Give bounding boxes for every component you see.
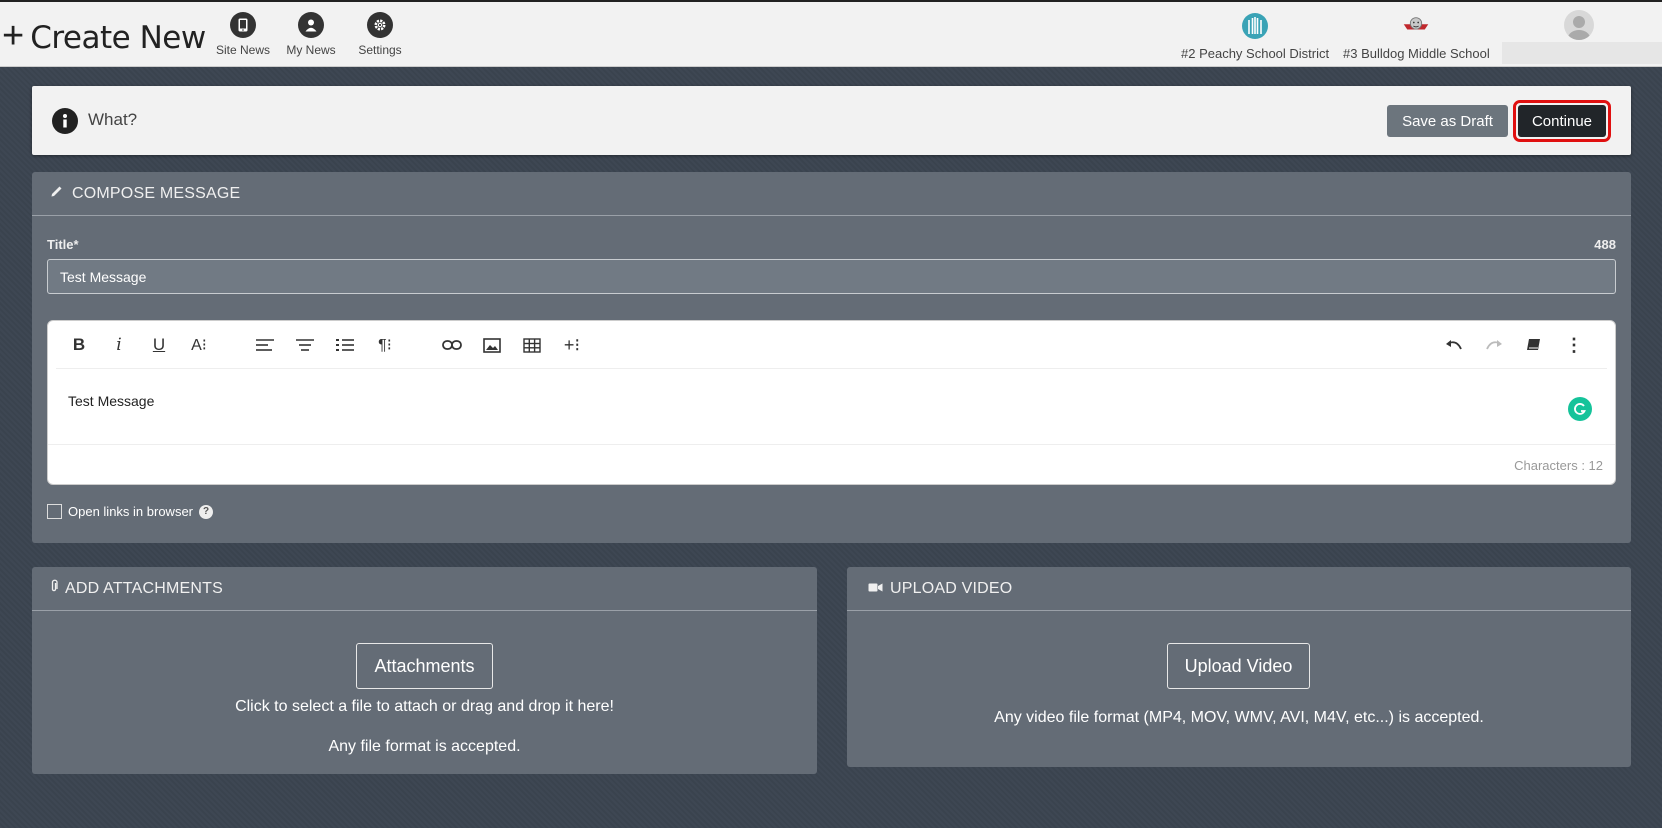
- user-icon: [298, 12, 324, 38]
- middle-school-link[interactable]: #3 Bulldog Middle School: [1343, 12, 1490, 61]
- undo-icon[interactable]: [1441, 333, 1467, 357]
- video-camera-icon: [868, 580, 883, 598]
- top-nav-bar: + Create New Site News My News Settings …: [0, 0, 1662, 67]
- align-center-icon[interactable]: [292, 333, 318, 357]
- upload-video-button[interactable]: Upload Video: [1167, 643, 1310, 689]
- editor-content[interactable]: Test Message: [68, 393, 154, 409]
- more-options-icon[interactable]: ⋮: [1561, 333, 1587, 357]
- tablet-icon: [230, 12, 256, 38]
- bulldog-logo: [1402, 12, 1430, 40]
- editor-toolbar: B i U A⁝ ¶⁝ +⁝ ⋮: [56, 321, 1607, 369]
- paperclip-icon: [50, 579, 58, 598]
- plus-icon: +: [2, 15, 25, 57]
- continue-button-label: Continue: [1518, 105, 1606, 137]
- table-icon[interactable]: [519, 333, 545, 357]
- compose-header: COMPOSE MESSAGE: [32, 172, 1631, 216]
- nav-settings[interactable]: Settings: [345, 12, 415, 57]
- ordered-list-icon[interactable]: [332, 333, 358, 357]
- nav-my-news[interactable]: My News: [276, 12, 346, 57]
- attachments-heading: ADD ATTACHMENTS: [65, 579, 223, 597]
- school-district-link[interactable]: #2 Peachy School District: [1181, 12, 1329, 61]
- continue-button[interactable]: Continue: [1513, 100, 1611, 142]
- user-name-redacted: [1502, 42, 1662, 64]
- pencil-icon: [50, 184, 64, 203]
- open-links-label: Open links in browser: [68, 504, 193, 519]
- title-label: Title*: [47, 237, 79, 252]
- open-links-checkbox[interactable]: [47, 504, 62, 519]
- text-style-icon[interactable]: A⁝: [186, 333, 212, 357]
- district-building-logo: [1241, 12, 1269, 40]
- create-new-label: Create New: [30, 20, 206, 56]
- nav-settings-label: Settings: [358, 43, 402, 57]
- redo-icon[interactable]: [1481, 333, 1507, 357]
- title-input[interactable]: [47, 259, 1616, 294]
- italic-icon[interactable]: i: [106, 333, 132, 357]
- help-icon[interactable]: ?: [199, 504, 213, 519]
- book-icon[interactable]: [1521, 333, 1547, 357]
- step-title: What?: [88, 110, 138, 129]
- insert-more-icon[interactable]: +⁝: [559, 333, 585, 357]
- underline-icon[interactable]: U: [146, 333, 172, 357]
- open-links-option: Open links in browser ?: [47, 504, 213, 519]
- video-heading: UPLOAD VIDEO: [890, 579, 1013, 597]
- compose-heading: COMPOSE MESSAGE: [72, 184, 241, 202]
- step-header-bar: What? Save as Draft Continue: [32, 86, 1631, 155]
- upload-video-panel: UPLOAD VIDEO Upload Video Any video file…: [847, 567, 1631, 767]
- middle-school-label: #3 Bulldog Middle School: [1343, 46, 1490, 61]
- create-new-button[interactable]: + Create New: [2, 16, 206, 60]
- paragraph-format-icon[interactable]: ¶⁝: [372, 333, 398, 357]
- rich-text-editor: B i U A⁝ ¶⁝ +⁝ ⋮ Test Message Characters…: [47, 320, 1616, 485]
- editor-footer: Characters : 12: [48, 444, 1615, 484]
- character-count: Characters : 12: [1514, 458, 1603, 473]
- gear-icon: [367, 12, 393, 38]
- title-remaining-count: 488: [1594, 237, 1616, 252]
- info-icon: [52, 108, 78, 134]
- nav-site-news[interactable]: Site News: [208, 12, 278, 57]
- grammarly-icon[interactable]: [1568, 397, 1592, 421]
- nav-my-news-label: My News: [286, 43, 336, 57]
- video-format-hint: Any video file format (MP4, MOV, WMV, AV…: [994, 709, 1484, 726]
- link-icon[interactable]: [439, 333, 465, 357]
- user-account-menu[interactable]: [1502, 10, 1662, 66]
- add-attachments-panel: ADD ATTACHMENTS Attachments Click to sel…: [32, 567, 817, 774]
- image-icon[interactable]: [479, 333, 505, 357]
- compose-message-panel: COMPOSE MESSAGE Title* 488 B i U A⁝ ¶⁝: [32, 172, 1631, 543]
- school-district-label: #2 Peachy School District: [1181, 46, 1330, 61]
- save-as-draft-button[interactable]: Save as Draft: [1387, 105, 1508, 137]
- align-left-icon[interactable]: [252, 333, 278, 357]
- bold-icon[interactable]: B: [66, 333, 92, 357]
- attachments-format-hint: Any file format is accepted.: [328, 738, 521, 755]
- attachments-header: ADD ATTACHMENTS: [32, 567, 817, 611]
- video-header: UPLOAD VIDEO: [847, 567, 1631, 611]
- nav-site-news-label: Site News: [215, 43, 271, 57]
- attachments-hint: Click to select a file to attach or drag…: [235, 698, 614, 715]
- avatar: [1564, 10, 1594, 40]
- attachments-button[interactable]: Attachments: [356, 643, 493, 689]
